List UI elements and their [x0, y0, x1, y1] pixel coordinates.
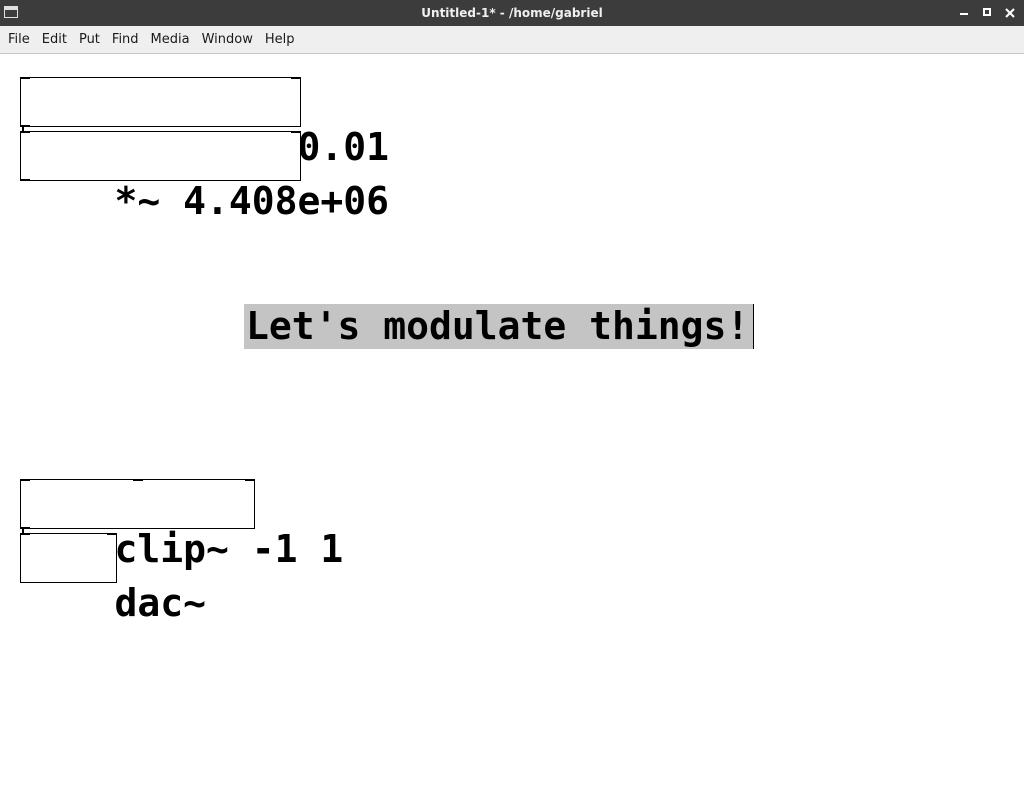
clip-inlet-right[interactable] [245, 479, 255, 481]
menu-help[interactable]: Help [259, 26, 301, 54]
clip-object-text: clip~ -1 1 [114, 527, 344, 571]
menu-find[interactable]: Find [106, 26, 145, 54]
multiply-object[interactable]: *~ 4.408e+06 [20, 131, 389, 223]
comment-text[interactable]: Let's modulate things! [244, 304, 755, 349]
minimize-icon [960, 13, 968, 15]
menu-edit[interactable]: Edit [36, 26, 73, 54]
multiply-inlet-left[interactable] [20, 131, 30, 133]
dac-inlet-right[interactable] [107, 533, 117, 535]
clip-object[interactable]: clip~ -1 1 [20, 479, 343, 571]
menu-file[interactable]: File [2, 26, 36, 54]
menu-bar: File Edit Put Find Media Window Help [0, 26, 1024, 54]
menu-window[interactable]: Window [196, 26, 259, 54]
phasor-object[interactable]: phasor~ 0.01 [20, 77, 389, 169]
maximize-button[interactable] [979, 4, 997, 22]
multiply-outlet[interactable] [20, 179, 30, 181]
window-title: Untitled-1* - /home/gabriel [421, 6, 603, 20]
title-bar: Untitled-1* - /home/gabriel [0, 0, 1024, 26]
menu-media[interactable]: Media [145, 26, 196, 54]
phasor-inlet-right[interactable] [291, 77, 301, 79]
close-button[interactable] [1001, 4, 1019, 22]
minimize-button[interactable] [955, 4, 973, 22]
dac-object-text: dac~ [114, 581, 207, 625]
menu-put[interactable]: Put [73, 26, 106, 54]
multiply-object-text: *~ 4.408e+06 [114, 179, 390, 223]
close-icon [1005, 8, 1015, 18]
dac-object[interactable]: dac~ [20, 533, 206, 625]
multiply-inlet-right[interactable] [291, 131, 301, 133]
clip-inlet-left[interactable] [20, 479, 30, 481]
phasor-inlet-left[interactable] [20, 77, 30, 79]
clip-inlet-middle[interactable] [133, 479, 143, 481]
maximize-icon [983, 8, 991, 16]
patch-canvas[interactable]: phasor~ 0.01 *~ 4.408e+06 Let's modulate… [0, 55, 1024, 625]
dac-inlet-left[interactable] [20, 533, 30, 535]
